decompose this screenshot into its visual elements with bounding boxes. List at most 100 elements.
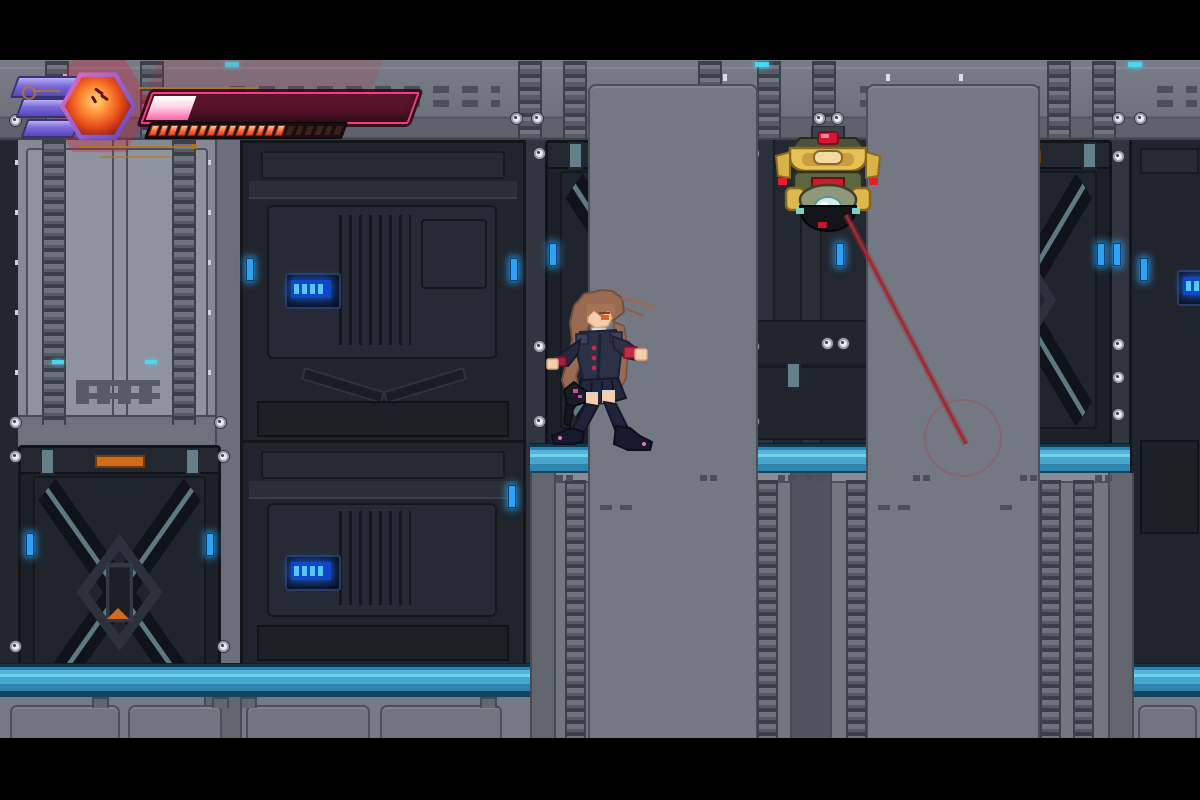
bolt-icon [1112,338,1125,351]
platform-ladder-track [1040,480,1061,738]
platform-ladder-track [846,480,867,738]
rivet-dot [208,370,211,375]
ceiling-vent-dashes [1157,100,1197,107]
platform-notch [1095,475,1102,481]
blue-wall-light [549,243,557,266]
panel-lip [249,481,517,499]
teal-tab [185,448,200,475]
bolt-icon [1112,408,1125,421]
bolt-icon [510,112,523,125]
platform-notch [566,475,573,481]
ceiling-riser-pillar [518,61,542,138]
floor-slab [128,705,222,738]
machine-wall-panel [240,440,526,669]
bolt-icon [831,112,844,125]
display-glass [291,562,331,580]
floor-riser-tab [212,697,229,708]
platform-ladder-track [565,480,586,738]
platform-ladder-track [757,480,778,738]
platform-wall-panel [866,84,1040,738]
ceiling-riser-pillar [563,61,587,138]
floor-slab [10,705,120,738]
right-wall-panel [1129,140,1200,663]
bolt-icon [1112,371,1125,384]
left-pillar-vents [76,380,160,404]
game-viewport[interactable] [0,0,1200,800]
bolt-icon [9,416,22,429]
rivet-dot [15,370,18,375]
panel-lip [249,181,517,199]
pillar-ladder-track [42,140,66,425]
platform-left-edge [530,473,556,738]
bolt-icon [1112,150,1125,163]
platform-notch [923,475,930,481]
bolt-icon [217,640,230,653]
platform-notch [710,475,717,481]
platform-notch [816,475,823,481]
panel-top-bar [261,451,505,479]
floor-riser-tab [480,697,497,708]
platform-notch [1030,475,1037,481]
bolt-icon [1112,112,1125,125]
teal-tab [40,448,55,475]
platform-notch [788,475,795,481]
bolt-icon [217,450,230,463]
player-character [546,288,657,451]
circuit-line [138,87,258,89]
floor-edge-lightstrip [0,663,530,698]
panel-dash-mark [600,505,612,510]
platform-right-edge [1108,473,1134,738]
cyan-indicator-light [52,360,64,364]
floor-edge-lightstrip [1130,663,1200,698]
machine-subpanel [421,219,487,289]
blue-wall-light [26,533,34,556]
blue-wall-light [836,243,844,266]
flame-claw-mark [90,95,98,104]
blue-wall-light [510,258,518,281]
white-marker-dot [886,74,890,81]
platform-notch [700,475,707,481]
bolt-icon [821,337,834,350]
circuit-gear-icon [22,86,36,100]
vent-slats [339,511,411,605]
floor-riser-tab [240,697,257,708]
blue-wall-light [1097,243,1105,266]
rivet-dot [208,260,211,265]
bolt-icon [837,337,850,350]
left-edge-strip [0,140,20,663]
platform-notch [1105,475,1112,481]
bolt-icon [531,112,544,125]
bolt-icon [1134,112,1147,125]
rivet-dot [208,210,211,215]
display-glass [1183,277,1200,295]
ceiling-vent-dashes [1157,86,1197,93]
display-glass [291,280,331,298]
circuit-line [80,146,192,148]
floor-slab [246,705,370,738]
health-bar-fill [145,96,197,120]
letterbox-bottom [0,738,1200,800]
bolt-icon [9,640,22,653]
floor-slab [380,705,502,738]
teal-tab [1082,142,1097,169]
rivet-dot [15,210,18,215]
panel-dash-mark [898,505,910,510]
circuit-line [34,90,60,92]
platform-notch [778,475,785,481]
platform-notch [556,475,563,481]
panel-bottom-bar [257,401,509,437]
status-display [285,555,341,591]
orange-marker-bar [95,455,145,468]
circuit-line [100,156,170,158]
pillar-ladder-track [172,140,196,425]
panel-box [1140,440,1199,534]
hud [0,0,460,170]
white-marker-dot [723,74,727,81]
bolt-icon [533,147,546,160]
cyan-indicator-light [1128,62,1142,67]
ceiling-riser-pillar [1092,61,1116,138]
vent-slats [339,215,411,345]
status-display [285,273,341,309]
platform-ladder-track [1073,480,1094,738]
bolt-icon [813,112,826,125]
